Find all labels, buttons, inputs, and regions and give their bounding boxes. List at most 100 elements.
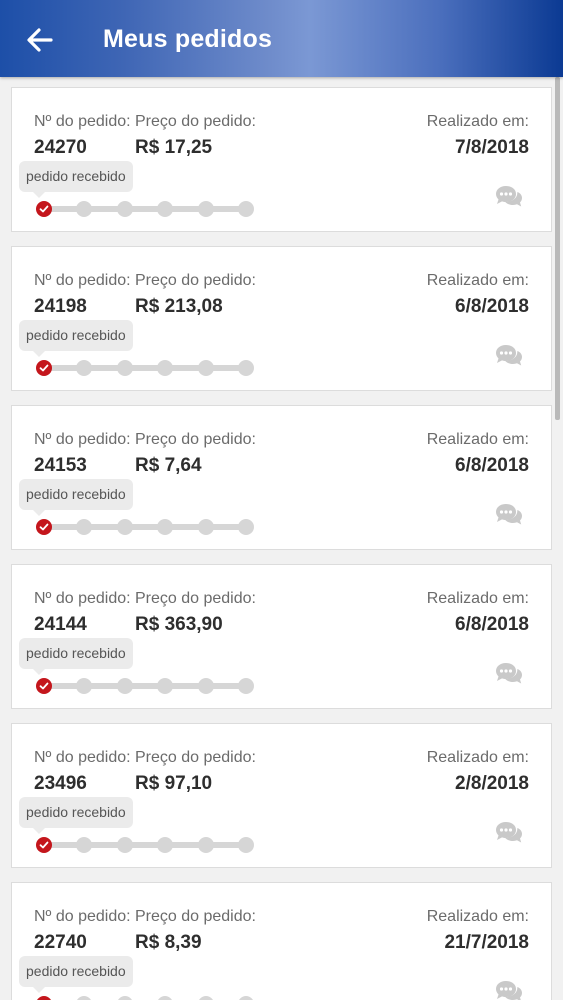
progress-step-pending: [76, 996, 93, 1000]
chat-button[interactable]: [495, 183, 523, 209]
chat-bubbles-icon: [496, 822, 522, 843]
order-date-label: Realizado em:: [426, 590, 529, 607]
status-progress-track: [36, 996, 254, 1000]
progress-step-pending: [197, 837, 214, 853]
progress-step-pending: [116, 360, 133, 376]
order-number-label: Nº do pedido:: [34, 749, 131, 766]
progress-step-pending: [157, 837, 174, 853]
progress-step-pending: [238, 996, 254, 1000]
progress-step-done: [36, 996, 52, 1000]
order-number-label: Nº do pedido:: [34, 590, 131, 607]
order-card[interactable]: Nº do pedido: Preço do pedido: Realizado…: [11, 246, 552, 391]
chat-button[interactable]: [495, 819, 523, 845]
check-icon: [39, 841, 49, 849]
progress-step-pending: [157, 678, 174, 694]
progress-step-done: [36, 201, 52, 217]
progress-step-pending: [238, 519, 254, 535]
status-tooltip: pedido recebido: [19, 479, 133, 516]
order-card[interactable]: Nº do pedido: Preço do pedido: Realizado…: [11, 564, 552, 709]
progress-step-pending: [157, 996, 174, 1000]
check-icon: [39, 682, 49, 690]
progress-step-pending: [76, 678, 93, 694]
order-number-label: Nº do pedido:: [34, 113, 131, 130]
progress-step-pending: [197, 201, 214, 217]
scrollbar-thumb[interactable]: [555, 77, 560, 420]
status-progress-track: [36, 837, 254, 853]
progress-step-pending: [76, 837, 93, 853]
progress-step-pending: [116, 996, 133, 1000]
order-card[interactable]: Nº do pedido: Preço do pedido: Realizado…: [11, 405, 552, 550]
order-date-label: Realizado em:: [426, 908, 529, 925]
order-price: R$ 363,90: [135, 614, 223, 635]
status-tooltip: pedido recebido: [19, 956, 133, 993]
order-card[interactable]: Nº do pedido: Preço do pedido: Realizado…: [11, 723, 552, 868]
order-number: 22740: [34, 932, 87, 953]
progress-step-done: [36, 678, 52, 694]
order-date: 7/8/2018: [455, 137, 529, 158]
chat-button[interactable]: [495, 978, 523, 1000]
status-progress-track: [36, 678, 254, 694]
scrollbar[interactable]: [555, 77, 560, 1000]
progress-step-pending: [157, 519, 174, 535]
order-price-label: Preço do pedido:: [135, 431, 256, 448]
progress-step-pending: [157, 201, 174, 217]
chat-button[interactable]: [495, 501, 523, 527]
order-number: 24270: [34, 137, 87, 158]
order-card[interactable]: Nº do pedido: Preço do pedido: Realizado…: [11, 87, 552, 232]
order-price: R$ 8,39: [135, 932, 202, 953]
app-bar: Meus pedidos: [0, 0, 563, 77]
check-icon: [39, 205, 49, 213]
chat-button[interactable]: [495, 342, 523, 368]
progress-step-pending: [116, 519, 133, 535]
progress-step-pending: [76, 519, 93, 535]
progress-step-pending: [238, 201, 254, 217]
order-number-label: Nº do pedido:: [34, 272, 131, 289]
order-price-label: Preço do pedido:: [135, 908, 256, 925]
chat-bubbles-icon: [496, 504, 522, 525]
status-progress-track: [36, 519, 254, 535]
order-price: R$ 213,08: [135, 296, 223, 317]
arrow-left-icon: [27, 28, 53, 52]
order-date-label: Realizado em:: [426, 272, 529, 289]
order-date: 6/8/2018: [455, 614, 529, 635]
order-date: 6/8/2018: [455, 296, 529, 317]
progress-step-pending: [76, 360, 93, 376]
page-title: Meus pedidos: [103, 25, 273, 53]
progress-step-pending: [116, 678, 133, 694]
status-tooltip: pedido recebido: [19, 320, 133, 357]
progress-step-pending: [238, 678, 254, 694]
progress-step-pending: [116, 837, 133, 853]
order-date: 2/8/2018: [455, 773, 529, 794]
order-date-label: Realizado em:: [426, 431, 529, 448]
chat-button[interactable]: [495, 660, 523, 686]
order-price: R$ 7,64: [135, 455, 202, 476]
order-date: 21/7/2018: [444, 932, 529, 953]
progress-step-pending: [76, 201, 93, 217]
back-button[interactable]: [22, 22, 58, 58]
status-tooltip: pedido recebido: [19, 638, 133, 675]
order-price-label: Preço do pedido:: [135, 590, 256, 607]
order-number: 24153: [34, 455, 87, 476]
order-date-label: Realizado em:: [426, 113, 529, 130]
progress-step-done: [36, 360, 52, 376]
progress-step-pending: [197, 678, 214, 694]
progress-step-pending: [197, 360, 214, 376]
progress-step-pending: [157, 360, 174, 376]
progress-step-pending: [197, 996, 214, 1000]
order-price: R$ 97,10: [135, 773, 213, 794]
order-number: 24198: [34, 296, 87, 317]
order-number: 23496: [34, 773, 87, 794]
order-card[interactable]: Nº do pedido: Preço do pedido: Realizado…: [11, 882, 552, 1000]
order-number-label: Nº do pedido:: [34, 431, 131, 448]
progress-step-pending: [197, 519, 214, 535]
chat-bubbles-icon: [496, 345, 522, 366]
order-price-label: Preço do pedido:: [135, 113, 256, 130]
orders-list[interactable]: Nº do pedido: Preço do pedido: Realizado…: [0, 77, 563, 1000]
progress-step-pending: [116, 201, 133, 217]
check-icon: [39, 364, 49, 372]
status-tooltip: pedido recebido: [19, 797, 133, 834]
check-icon: [39, 523, 49, 531]
chat-bubbles-icon: [496, 663, 522, 684]
order-price-label: Preço do pedido:: [135, 272, 256, 289]
order-price: R$ 17,25: [135, 137, 213, 158]
